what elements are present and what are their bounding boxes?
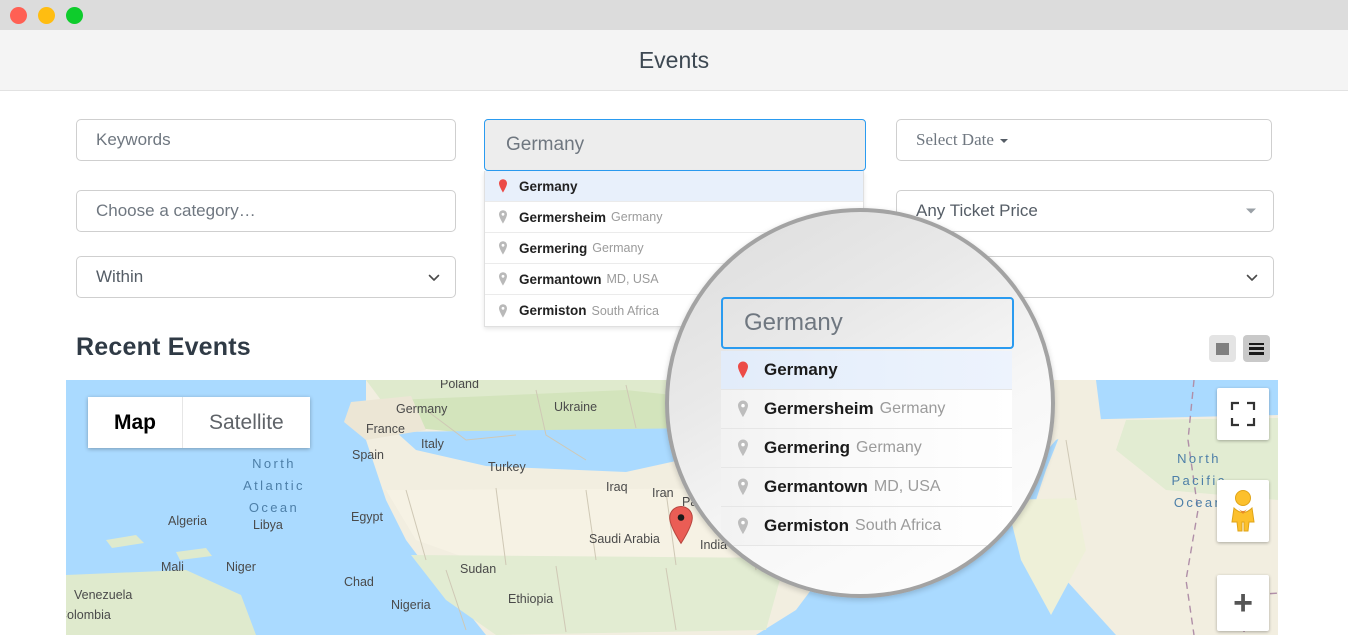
location-region: Germany xyxy=(611,210,663,224)
location-name: Germantown xyxy=(519,271,602,287)
magnified-input-value: Germany xyxy=(744,309,843,336)
map-pin-icon xyxy=(733,360,753,380)
country-label: Nigeria xyxy=(391,598,431,612)
map-pin-icon xyxy=(495,209,511,225)
ocean-label-north-atlantic: North Atlantic Ocean xyxy=(243,456,305,515)
map-pin-icon xyxy=(495,240,511,256)
plus-icon: + xyxy=(1233,584,1253,622)
country-label: Venezuela xyxy=(74,588,133,602)
country-label: Egypt xyxy=(351,510,383,524)
country-label: Libya xyxy=(253,518,283,532)
country-label: Niger xyxy=(226,560,256,574)
minimize-window-button[interactable] xyxy=(38,7,55,24)
map-type-satellite[interactable]: Satellite xyxy=(183,397,310,448)
within-label: Within xyxy=(96,267,144,286)
category-placeholder: Choose a category… xyxy=(96,201,256,220)
caret-down-icon xyxy=(999,139,1008,144)
location-region: MD, USA xyxy=(606,272,659,286)
pegman-icon xyxy=(1231,490,1255,532)
list-item[interactable]: Germering Germany xyxy=(721,429,1012,468)
keywords-input[interactable]: Keywords xyxy=(76,119,456,161)
within-select[interactable]: Within xyxy=(76,256,456,298)
location-name: Germering xyxy=(764,438,850,457)
traffic-lights xyxy=(10,7,83,24)
ticket-price-select[interactable]: Any Ticket Price xyxy=(896,190,1274,232)
location-region: MD, USA xyxy=(873,478,941,495)
section-title: Recent Events xyxy=(76,333,251,361)
event-location-marker[interactable] xyxy=(667,505,695,545)
country-label: Iraq xyxy=(606,480,628,494)
magnified-location-input[interactable]: Germany xyxy=(721,297,1014,349)
country-label: Italy xyxy=(421,437,444,451)
close-window-button[interactable] xyxy=(10,7,27,24)
app-header: Events xyxy=(0,30,1348,91)
map-pin-icon xyxy=(733,399,753,419)
window-titlebar xyxy=(0,0,1348,30)
location-name: Germany xyxy=(519,178,578,194)
map-type-toggle: Map Satellite xyxy=(88,397,310,448)
location-name: Germiston xyxy=(519,303,587,318)
list-item[interactable]: Germany xyxy=(485,171,863,202)
select-date-label: Select Date xyxy=(916,130,994,149)
fullscreen-button[interactable] xyxy=(1217,388,1269,440)
country-label: Iran xyxy=(652,486,674,500)
country-label: Germany xyxy=(396,402,448,416)
list-item[interactable]: Germantown MD, USA xyxy=(721,468,1012,507)
grid-view-button[interactable] xyxy=(1209,335,1236,362)
chevron-down-icon xyxy=(428,272,440,283)
map-pin-icon xyxy=(495,178,511,194)
country-label: Poland xyxy=(440,380,479,391)
location-input[interactable]: Germany xyxy=(484,119,866,171)
page-title: Events xyxy=(638,46,710,73)
street-view-pegman[interactable] xyxy=(1217,480,1269,542)
country-label: Ethiopia xyxy=(508,592,554,606)
location-name: Germersheim xyxy=(519,209,607,225)
list-view-button[interactable] xyxy=(1243,335,1270,362)
map-type-map[interactable]: Map xyxy=(88,397,183,448)
list-item[interactable]: Germersheim Germany xyxy=(721,390,1012,429)
country-label: Mali xyxy=(161,560,184,574)
zoom-in-button[interactable]: + xyxy=(1217,575,1269,631)
lines-icon xyxy=(1249,342,1264,355)
location-region: Germany xyxy=(879,400,946,417)
location-name: Germany xyxy=(764,360,838,379)
search-filters: Keywords Choose a category… Within Selec… xyxy=(10,91,1348,327)
country-label: Spain xyxy=(352,448,384,462)
chevron-down-icon xyxy=(1246,272,1258,283)
location-region: South Africa xyxy=(855,517,942,534)
map-pin-icon xyxy=(733,438,753,458)
select-date-button[interactable]: Select Date xyxy=(896,119,1272,161)
map-pin-icon xyxy=(733,477,753,497)
list-item[interactable]: Germany xyxy=(721,351,1012,390)
map-pin-icon xyxy=(733,516,753,536)
square-icon xyxy=(1216,342,1229,355)
list-item[interactable]: Germiston South Africa xyxy=(721,507,1012,546)
maximize-window-button[interactable] xyxy=(66,7,83,24)
country-label: Ukraine xyxy=(554,400,598,414)
view-mode-toggles xyxy=(1209,335,1270,362)
category-input[interactable]: Choose a category… xyxy=(76,190,456,232)
magnifier-lens: Germany Germany Germersheim Germany Germ… xyxy=(665,208,1055,598)
map-pin-icon xyxy=(495,271,511,287)
country-label: Colombia xyxy=(66,608,111,622)
country-label: Turkey xyxy=(488,460,526,474)
triangle-down-icon xyxy=(1246,208,1256,214)
location-name: Germering xyxy=(519,240,588,256)
country-label: France xyxy=(366,422,405,436)
country-label: Saudi Arabia xyxy=(589,532,660,546)
location-region: South Africa xyxy=(591,303,659,318)
keywords-placeholder: Keywords xyxy=(96,130,171,149)
country-label: Chad xyxy=(344,575,374,589)
fullscreen-icon xyxy=(1230,401,1256,427)
location-name: Germersheim xyxy=(764,399,874,418)
magnified-autocomplete-dropdown: Germany Germersheim Germany Germering Ge… xyxy=(721,351,1012,546)
location-region: Germany xyxy=(592,241,644,255)
location-name: Germiston xyxy=(764,516,850,535)
location-region: Germany xyxy=(855,439,922,456)
country-label: Algeria xyxy=(168,514,207,528)
location-name: Germantown xyxy=(764,477,868,496)
country-label: Sudan xyxy=(460,562,497,576)
location-input-value: Germany xyxy=(506,134,585,155)
map-pin-icon xyxy=(495,303,511,319)
